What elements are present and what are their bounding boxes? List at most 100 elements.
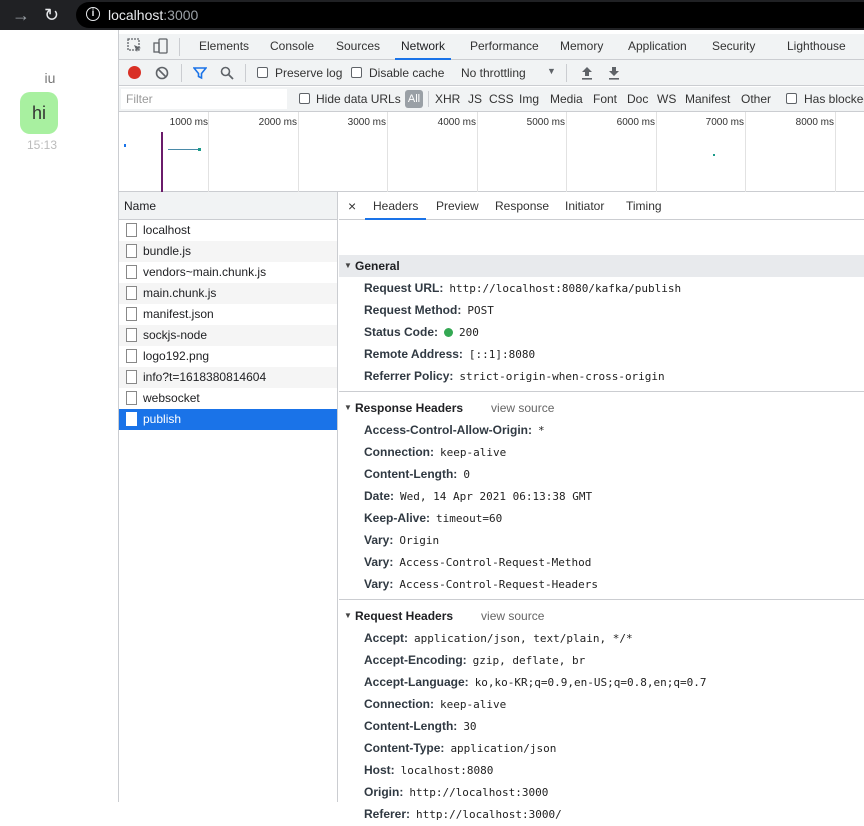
back-arrow-icon[interactable]: → <box>12 5 30 25</box>
throttling-select[interactable]: No throttling <box>461 66 526 80</box>
tab-performance[interactable]: Performance <box>470 34 539 60</box>
clear-icon[interactable] <box>155 66 169 80</box>
search-icon[interactable] <box>220 66 234 80</box>
gridline <box>298 112 299 192</box>
import-har-icon[interactable] <box>581 66 593 80</box>
header-row: Request URL: http://localhost:8080/kafka/… <box>364 281 682 295</box>
request-bar <box>124 144 126 147</box>
browser-toolbar: → ↻ i localhost:3000 <box>0 0 864 30</box>
request-row-localhost[interactable]: localhost <box>119 220 337 241</box>
tab-network[interactable]: Network <box>395 34 452 60</box>
header-row: Content-Type: application/json <box>364 741 557 755</box>
request-row-vendors-chunk[interactable]: vendors~main.chunk.js <box>119 262 337 283</box>
disable-cache-label[interactable]: Disable cache <box>369 66 444 80</box>
filter-type-doc[interactable]: Doc <box>627 92 648 106</box>
document-icon <box>126 349 137 363</box>
tab-security[interactable]: Security <box>712 34 755 60</box>
document-icon <box>126 391 137 405</box>
filter-type-js[interactable]: JS <box>468 92 482 106</box>
devtools-panel: Elements Console Sources Network Perform… <box>118 30 864 821</box>
tab-response[interactable]: Response <box>495 192 549 220</box>
header-row: Keep-Alive: timeout=60 <box>364 511 503 525</box>
preserve-log-checkbox[interactable] <box>257 67 268 78</box>
header-row: Content-Length: 0 <box>364 467 470 481</box>
tab-preview[interactable]: Preview <box>436 192 479 220</box>
filter-type-font[interactable]: Font <box>593 92 617 106</box>
document-icon <box>126 328 137 342</box>
info-icon[interactable]: i <box>86 7 100 21</box>
document-icon <box>126 307 137 321</box>
disable-cache-checkbox[interactable] <box>351 67 362 78</box>
has-blocked-cookies-checkbox[interactable] <box>786 93 797 104</box>
tab-elements[interactable]: Elements <box>199 34 249 60</box>
app-page: iu hi 15:13 <box>0 30 118 802</box>
name-column-header[interactable]: Name <box>119 192 337 220</box>
response-headers-section: ▼ Response Headers view source Access-Cont… <box>339 397 864 600</box>
header-row: Host: localhost:8080 <box>364 763 494 777</box>
filter-bar: Filter Hide data URLs All XHR JS CSS Img… <box>119 87 864 112</box>
preserve-log-label[interactable]: Preserve log <box>275 66 342 80</box>
device-toolbar-icon[interactable] <box>153 38 169 54</box>
filter-input[interactable]: Filter <box>121 89 287 109</box>
filter-type-manifest[interactable]: Manifest <box>685 92 730 106</box>
request-detail-panel: × Headers Preview Response Initiator Tim… <box>339 192 864 821</box>
request-row-manifest[interactable]: manifest.json <box>119 304 337 325</box>
response-headers-section-header[interactable]: ▼ Response Headers view source <box>339 397 864 419</box>
timeline-tick: 2000 ms <box>258 117 297 128</box>
document-icon <box>126 412 137 426</box>
tab-initiator[interactable]: Initiator <box>565 192 604 220</box>
filter-icon[interactable] <box>193 66 207 80</box>
tab-memory[interactable]: Memory <box>560 34 603 60</box>
request-row-websocket[interactable]: websocket <box>119 388 337 409</box>
tab-sources[interactable]: Sources <box>336 34 380 60</box>
header-row: Accept: application/json, text/plain, */* <box>364 631 633 645</box>
gridline <box>387 112 388 192</box>
filter-type-media[interactable]: Media <box>550 92 583 106</box>
request-row-info[interactable]: info?t=1618380814604 <box>119 367 337 388</box>
devtools-tabbar: Elements Console Sources Network Perform… <box>119 34 864 60</box>
filter-all-button[interactable]: All <box>405 90 423 108</box>
timeline-tick: 8000 ms <box>795 117 834 128</box>
export-har-icon[interactable] <box>608 66 620 80</box>
request-row-logo192[interactable]: logo192.png <box>119 346 337 367</box>
chat-message-bubble: hi <box>20 92 58 134</box>
record-icon[interactable] <box>128 66 141 79</box>
request-list: Name localhost bundle.js vendors~main.ch… <box>119 192 338 802</box>
inspect-element-icon[interactable] <box>127 38 143 54</box>
has-blocked-cookies-label[interactable]: Has blocked cookies <box>804 92 864 106</box>
filter-type-xhr[interactable]: XHR <box>435 92 460 106</box>
request-headers-section-header[interactable]: ▼ Request Headers view source <box>339 605 864 627</box>
close-icon[interactable]: × <box>348 192 356 220</box>
gridline <box>656 112 657 192</box>
chat-message-time: 15:13 <box>26 138 58 152</box>
chevron-down-icon[interactable]: ▼ <box>547 66 556 76</box>
header-row: Connection: keep-alive <box>364 697 507 711</box>
hide-data-urls-label[interactable]: Hide data URLs <box>316 92 401 106</box>
filter-type-css[interactable]: CSS <box>489 92 514 106</box>
general-section-header[interactable]: ▼ General <box>339 255 864 277</box>
view-source-link[interactable]: view source <box>491 401 554 415</box>
tab-application[interactable]: Application <box>628 34 687 60</box>
network-toolbar: Preserve log Disable cache No throttling… <box>119 60 864 86</box>
filter-type-ws[interactable]: WS <box>657 92 676 106</box>
timeline-tick: 3000 ms <box>347 117 386 128</box>
view-source-link[interactable]: view source <box>481 609 544 623</box>
timeline-tick: 5000 ms <box>526 117 565 128</box>
tab-lighthouse[interactable]: Lighthouse <box>787 34 846 60</box>
filter-type-other[interactable]: Other <box>741 92 771 106</box>
tab-timing[interactable]: Timing <box>626 192 662 220</box>
filter-type-img[interactable]: Img <box>519 92 539 106</box>
request-row-sockjs-node[interactable]: sockjs-node <box>119 325 337 346</box>
status-success-icon <box>444 328 454 337</box>
hide-data-urls-checkbox[interactable] <box>299 93 310 104</box>
tab-console[interactable]: Console <box>270 34 314 60</box>
expand-triangle-icon: ▼ <box>344 403 352 412</box>
document-icon <box>126 286 137 300</box>
request-row-bundle-js[interactable]: bundle.js <box>119 241 337 262</box>
tab-headers[interactable]: Headers <box>365 192 427 220</box>
network-overview-timeline[interactable]: 1000 ms 2000 ms 3000 ms 4000 ms 5000 ms … <box>119 112 864 192</box>
request-row-publish[interactable]: publish <box>119 409 337 430</box>
reload-icon[interactable]: ↻ <box>44 5 59 25</box>
address-text[interactable]: localhost:3000 <box>108 7 198 23</box>
request-row-main-chunk[interactable]: main.chunk.js <box>119 283 337 304</box>
